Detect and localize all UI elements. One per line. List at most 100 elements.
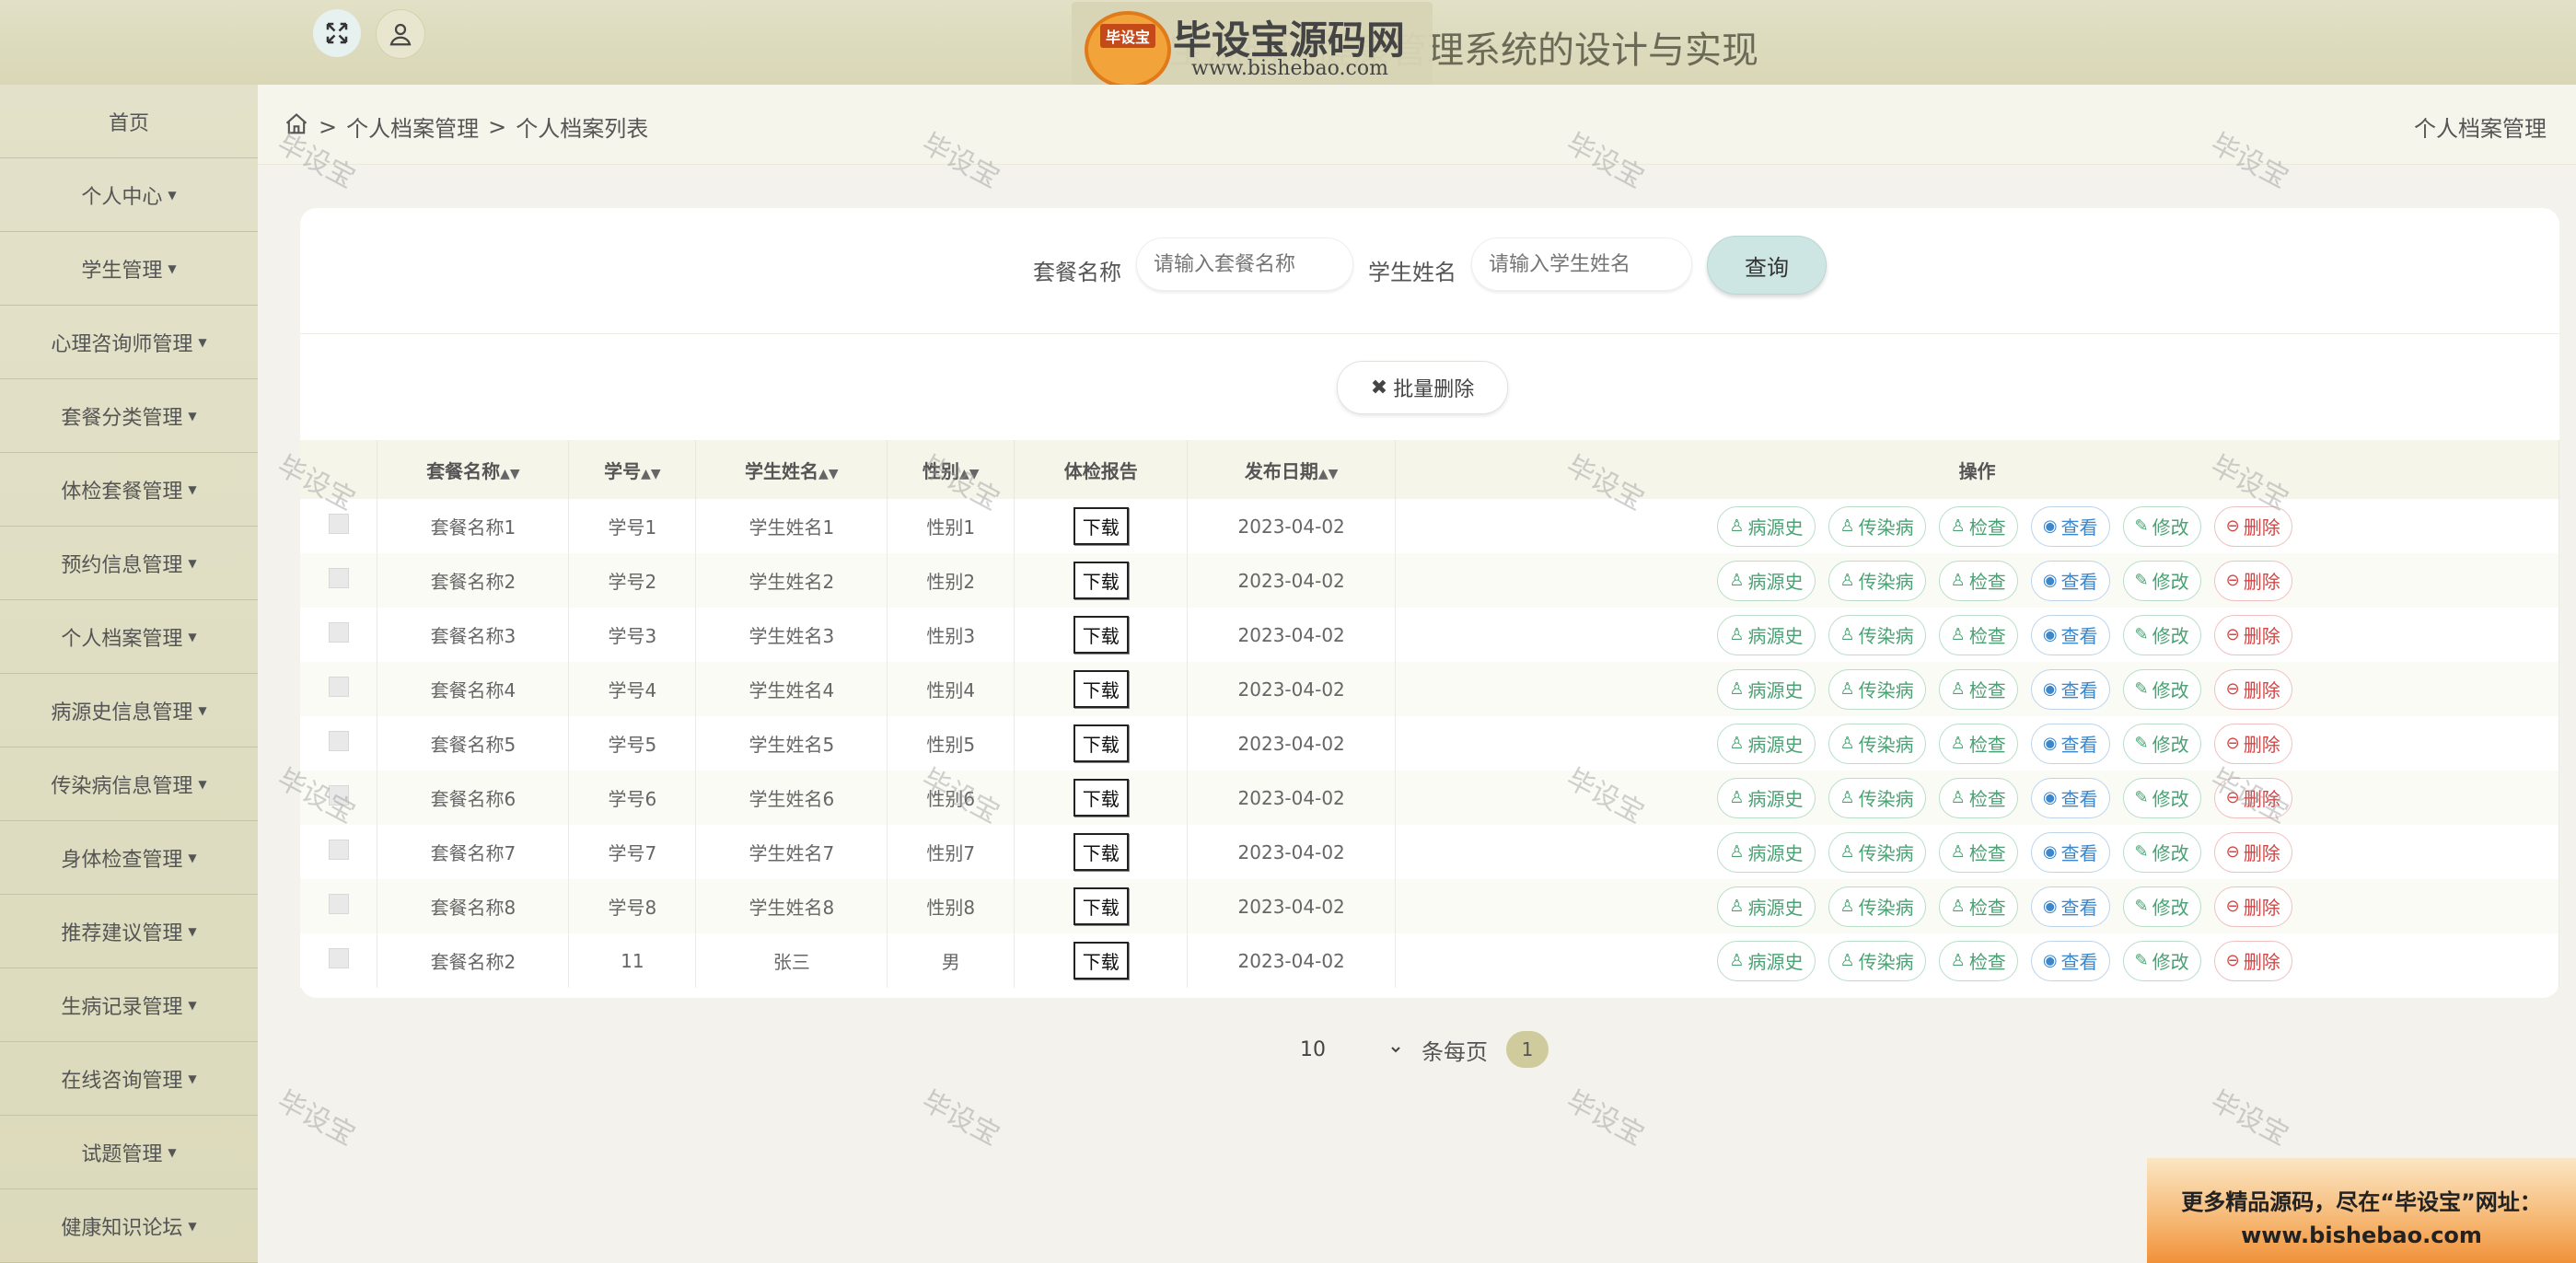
- history-button[interactable]: ♙ 病源史: [1717, 723, 1816, 764]
- col-student-id[interactable]: 学号▲▼: [568, 440, 697, 499]
- delete-button[interactable]: ⊖ 删除: [2213, 831, 2292, 873]
- delete-button[interactable]: ⊖ 删除: [2213, 940, 2292, 981]
- infectious-button[interactable]: ♙ 传染病: [1828, 886, 1926, 927]
- infectious-button[interactable]: ♙ 传染病: [1828, 668, 1926, 710]
- row-checkbox[interactable]: [328, 514, 349, 534]
- col-date[interactable]: 发布日期▲▼: [1187, 440, 1397, 499]
- edit-button[interactable]: ✎ 修改: [2122, 560, 2201, 601]
- infectious-button[interactable]: ♙ 传染病: [1828, 723, 1926, 764]
- select-all-header[interactable]: [300, 440, 378, 499]
- infectious-button[interactable]: ♙ 传染病: [1828, 614, 1926, 655]
- edit-button[interactable]: ✎ 修改: [2122, 723, 2201, 764]
- query-button[interactable]: 查询: [1707, 236, 1827, 295]
- home-icon[interactable]: [284, 111, 309, 143]
- sidebar-item[interactable]: 体检套餐管理 ▼: [0, 453, 258, 527]
- download-button[interactable]: 下载: [1073, 724, 1129, 762]
- download-button[interactable]: 下载: [1073, 887, 1129, 925]
- checkup-button[interactable]: ♙ 检查: [1938, 723, 2018, 764]
- view-button[interactable]: ◉ 查看: [2030, 831, 2110, 873]
- edit-button[interactable]: ✎ 修改: [2122, 777, 2201, 818]
- package-name-input[interactable]: [1136, 238, 1353, 291]
- history-button[interactable]: ♙ 病源史: [1717, 940, 1816, 981]
- breadcrumb-item-archive-mgmt[interactable]: 个人档案管理: [346, 110, 479, 143]
- col-student-name[interactable]: 学生姓名▲▼: [695, 440, 888, 499]
- row-checkbox[interactable]: [328, 894, 349, 914]
- delete-button[interactable]: ⊖ 删除: [2213, 668, 2292, 710]
- delete-button[interactable]: ⊖ 删除: [2213, 777, 2292, 818]
- edit-button[interactable]: ✎ 修改: [2122, 614, 2201, 655]
- checkup-button[interactable]: ♙ 检查: [1938, 614, 2018, 655]
- checkup-button[interactable]: ♙ 检查: [1938, 886, 2018, 927]
- col-package-name[interactable]: 套餐名称▲▼: [377, 440, 570, 499]
- user-avatar-icon[interactable]: [376, 9, 425, 59]
- promo-banner[interactable]: 更多精品源码，尽在“毕设宝”网址： www.bishebao.com: [2147, 1158, 2576, 1263]
- row-checkbox[interactable]: [328, 948, 349, 968]
- download-button[interactable]: 下载: [1073, 942, 1129, 979]
- delete-button[interactable]: ⊖ 删除: [2213, 723, 2292, 764]
- view-button[interactable]: ◉ 查看: [2030, 886, 2110, 927]
- view-button[interactable]: ◉ 查看: [2030, 940, 2110, 981]
- row-checkbox[interactable]: [328, 840, 349, 860]
- history-button[interactable]: ♙ 病源史: [1717, 560, 1816, 601]
- sidebar-item[interactable]: 心理咨询师管理 ▼: [0, 306, 258, 379]
- checkup-button[interactable]: ♙ 检查: [1938, 668, 2018, 710]
- view-button[interactable]: ◉ 查看: [2030, 723, 2110, 764]
- view-button[interactable]: ◉ 查看: [2030, 668, 2110, 710]
- download-button[interactable]: 下载: [1073, 833, 1129, 871]
- sidebar-item[interactable]: 个人中心 ▼: [0, 158, 258, 232]
- infectious-button[interactable]: ♙ 传染病: [1828, 777, 1926, 818]
- delete-button[interactable]: ⊖ 删除: [2213, 614, 2292, 655]
- row-checkbox[interactable]: [328, 731, 349, 751]
- student-name-input[interactable]: [1471, 238, 1692, 291]
- sidebar-item[interactable]: 学生管理 ▼: [0, 232, 258, 306]
- infectious-button[interactable]: ♙ 传染病: [1828, 560, 1926, 601]
- row-checkbox[interactable]: [328, 622, 349, 643]
- history-button[interactable]: ♙ 病源史: [1717, 777, 1816, 818]
- download-button[interactable]: 下载: [1073, 616, 1129, 654]
- history-button[interactable]: ♙ 病源史: [1717, 831, 1816, 873]
- row-checkbox[interactable]: [328, 568, 349, 588]
- sidebar-item[interactable]: 预约信息管理 ▼: [0, 527, 258, 600]
- edit-button[interactable]: ✎ 修改: [2122, 940, 2201, 981]
- fullscreen-icon[interactable]: [313, 9, 361, 57]
- sidebar-item[interactable]: 在线咨询管理 ▼: [0, 1042, 258, 1116]
- edit-button[interactable]: ✎ 修改: [2122, 505, 2201, 547]
- sidebar-item[interactable]: 健康知识论坛 ▼: [0, 1189, 258, 1263]
- edit-button[interactable]: ✎ 修改: [2122, 831, 2201, 873]
- checkup-button[interactable]: ♙ 检查: [1938, 777, 2018, 818]
- page-size-select[interactable]: 10: [1296, 1031, 1403, 1068]
- history-button[interactable]: ♙ 病源史: [1717, 505, 1816, 547]
- infectious-button[interactable]: ♙ 传染病: [1828, 505, 1926, 547]
- sidebar-item[interactable]: 个人档案管理 ▼: [0, 600, 258, 674]
- edit-button[interactable]: ✎ 修改: [2122, 668, 2201, 710]
- checkup-button[interactable]: ♙ 检查: [1938, 940, 2018, 981]
- download-button[interactable]: 下载: [1073, 562, 1129, 599]
- download-button[interactable]: 下载: [1073, 779, 1129, 817]
- delete-button[interactable]: ⊖ 删除: [2213, 505, 2292, 547]
- infectious-button[interactable]: ♙ 传染病: [1828, 940, 1926, 981]
- infectious-button[interactable]: ♙ 传染病: [1828, 831, 1926, 873]
- history-button[interactable]: ♙ 病源史: [1717, 886, 1816, 927]
- sidebar-item[interactable]: 推荐建议管理 ▼: [0, 895, 258, 968]
- delete-button[interactable]: ⊖ 删除: [2213, 886, 2292, 927]
- checkup-button[interactable]: ♙ 检查: [1938, 560, 2018, 601]
- checkup-button[interactable]: ♙ 检查: [1938, 831, 2018, 873]
- view-button[interactable]: ◉ 查看: [2030, 505, 2110, 547]
- edit-button[interactable]: ✎ 修改: [2122, 886, 2201, 927]
- sidebar-item[interactable]: 身体检查管理 ▼: [0, 821, 258, 895]
- sidebar-item[interactable]: 病源史信息管理 ▼: [0, 674, 258, 747]
- col-gender[interactable]: 性别▲▼: [887, 440, 1015, 499]
- delete-button[interactable]: ⊖ 删除: [2213, 560, 2292, 601]
- page-number-current[interactable]: 1: [1506, 1031, 1549, 1068]
- row-checkbox[interactable]: [328, 677, 349, 697]
- batch-delete-button[interactable]: ✖ 批量删除: [1337, 361, 1508, 414]
- download-button[interactable]: 下载: [1073, 670, 1129, 708]
- sidebar-item[interactable]: 首页: [0, 85, 258, 158]
- download-button[interactable]: 下载: [1073, 507, 1129, 545]
- sidebar-item[interactable]: 套餐分类管理 ▼: [0, 379, 258, 453]
- sidebar-item[interactable]: 生病记录管理 ▼: [0, 968, 258, 1042]
- view-button[interactable]: ◉ 查看: [2030, 560, 2110, 601]
- view-button[interactable]: ◉ 查看: [2030, 777, 2110, 818]
- checkup-button[interactable]: ♙ 检查: [1938, 505, 2018, 547]
- history-button[interactable]: ♙ 病源史: [1717, 614, 1816, 655]
